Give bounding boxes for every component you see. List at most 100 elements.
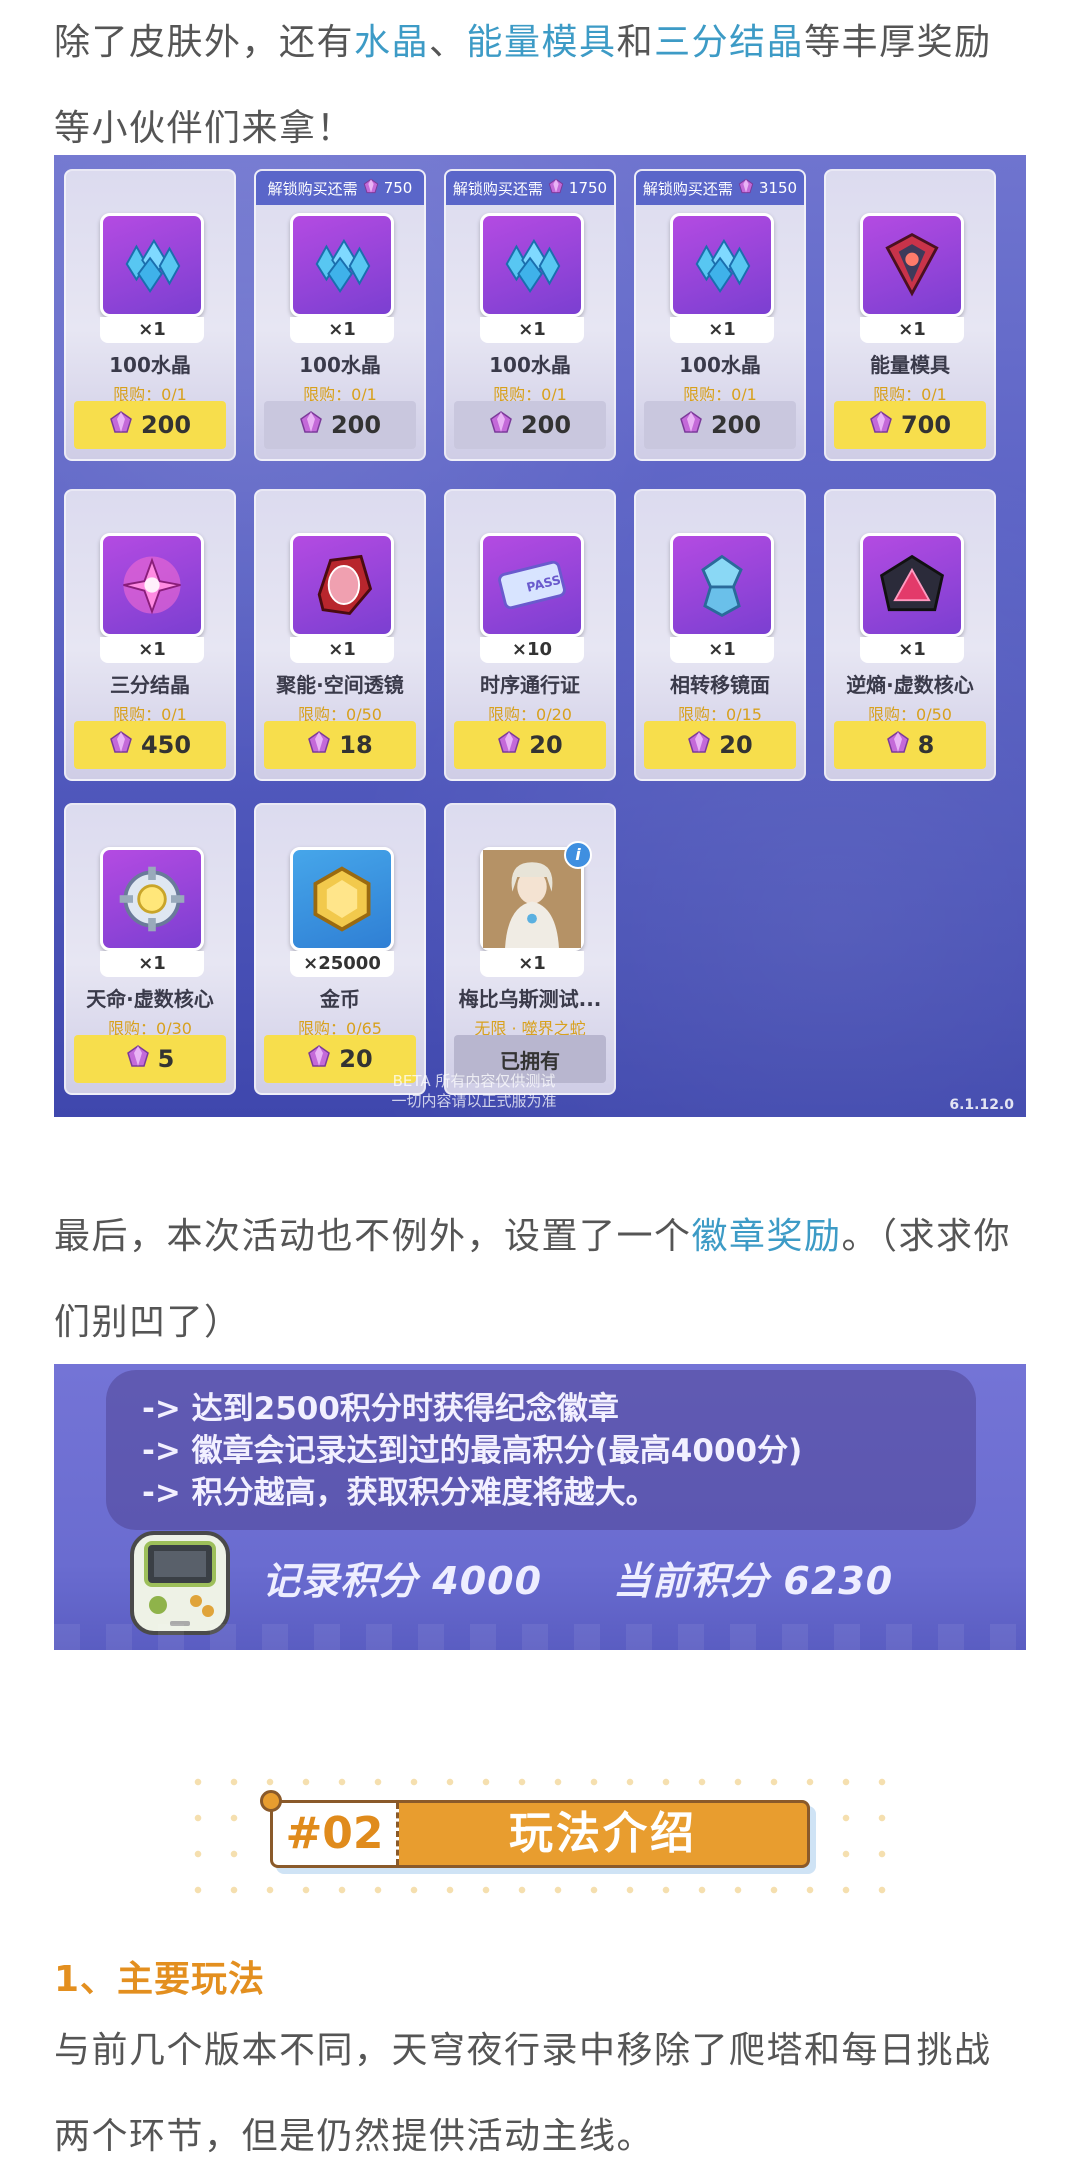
shop-item-card[interactable]: ×1 聚能·空间透镜 限购：0/50 18 — [254, 489, 426, 781]
body-paragraph: 与前几个版本不同，天穹夜行录中移除了爬塔和每日挑战两个环节，但是仍然提供活动主线… — [54, 2030, 992, 2157]
unlock-value: 750 — [383, 179, 413, 197]
item-quantity: ×1 — [100, 951, 204, 977]
item-name: 100水晶 — [109, 353, 191, 377]
intro-text: 除了皮肤外，还有 — [54, 22, 355, 63]
section-tag: #02 玩法介绍 — [270, 1800, 810, 1868]
shop-item-card[interactable]: ×1 天命·虚数核心 限购：0/30 5 — [64, 803, 236, 1095]
shop-item-card[interactable]: 解锁购买还需 750 ×1 100水晶 限购：0/1 200 — [254, 169, 426, 461]
shop-item-card[interactable]: 解锁购买还需 3150 ×1 100水晶 限购：0/1 200 — [634, 169, 806, 461]
badge-intro-paragraph: 最后，本次活动也不例外，设置了一个徽章奖励。（求求你们别凹了） — [54, 1194, 1026, 1366]
gem-icon — [548, 178, 564, 198]
pin-icon — [260, 1790, 282, 1812]
section-number: #02 — [273, 1803, 399, 1865]
item-quantity: ×1 — [480, 951, 584, 977]
item-name: 梅比乌斯测试... — [458, 987, 602, 1011]
badge-screenshot: -> 达到2500积分时获得纪念徽章 -> 徽章会记录达到过的最高积分(最高40… — [54, 1364, 1026, 1650]
score-readout: 记录积分 4000 当前积分 6230 — [262, 1550, 893, 1605]
shop-item-card[interactable]: ×1 梅比乌斯测试... 无限 · 噬界之蛇 已拥有 i — [444, 803, 616, 1095]
highlight-badge-reward: 徽章奖励 — [691, 1216, 842, 1257]
shop-screenshot: ×1 100水晶 限购：0/1 200 解锁购买还需 750 ×1 100水晶 限购：0/1 20… — [54, 155, 1026, 1117]
item-name: 100水晶 — [299, 353, 381, 377]
shop-item-card[interactable]: ×1 逆熵·虚数核心 限购：0/50 8 — [824, 489, 996, 781]
section-title: 玩法介绍 — [509, 1808, 697, 1859]
shop-item-card[interactable]: ×1 100水晶 限购：0/1 200 — [64, 169, 236, 461]
intro-text: 和 — [616, 22, 655, 63]
pass-ticket-icon: PASS — [480, 533, 584, 637]
price-value: 5 — [157, 1045, 175, 1073]
item-name: 逆熵·虚数核心 — [846, 673, 974, 697]
beta-line: BETA 所有内容仅供测试 — [392, 1072, 556, 1090]
gem-icon — [679, 410, 703, 440]
item-name: 金币 — [320, 987, 360, 1011]
handheld-device-icon — [130, 1531, 230, 1635]
highlight-tri-crystal: 三分结晶 — [654, 22, 805, 63]
unlock-requirement: 解锁购买还需 750 — [256, 171, 424, 205]
item-quantity: ×1 — [290, 317, 394, 343]
unlock-label: 解锁购买还需 — [267, 179, 358, 198]
price-button[interactable]: 450 — [74, 721, 226, 769]
gem-icon — [363, 178, 379, 198]
price-value: 450 — [140, 731, 192, 759]
shop-item-card[interactable]: ×1 三分结晶 限购：0/1 450 — [64, 489, 236, 781]
subsection-heading: 1、主要玩法 — [54, 1959, 266, 2000]
item-quantity: ×1 — [290, 637, 394, 663]
shop-item-card[interactable]: PASS ×10 时序通行证 限购：0/20 20 — [444, 489, 616, 781]
section-header: #02 玩法介绍 — [180, 1764, 900, 1900]
item-name: 三分结晶 — [110, 673, 190, 697]
info-icon[interactable]: i — [564, 841, 592, 869]
price-button[interactable]: 18 — [264, 721, 416, 769]
shop-item-card[interactable]: 解锁购买还需 1750 ×1 100水晶 限购：0/1 200 — [444, 169, 616, 461]
badge-rule-line: -> 徽章会记录达到过的最高积分(最高4000分) — [142, 1433, 803, 1469]
shop-item-card[interactable]: ×25000 金币 限购：0/65 20 — [254, 803, 426, 1095]
tri-crystal-icon — [100, 533, 204, 637]
badge-rules-box: -> 达到2500积分时获得纪念徽章 -> 徽章会记录达到过的最高积分(最高40… — [106, 1370, 976, 1530]
price-value: 700 — [900, 411, 952, 439]
item-name: 时序通行证 — [480, 673, 580, 697]
record-score-label: 记录积分 — [262, 1559, 419, 1603]
crystal-icon — [670, 213, 774, 317]
price-button[interactable]: 200 — [74, 401, 226, 449]
core-ring-icon — [100, 847, 204, 951]
price-value: 20 — [529, 731, 563, 759]
gem-icon — [307, 730, 331, 760]
gem-icon — [109, 410, 133, 440]
highlight-crystal: 水晶 — [354, 22, 430, 63]
badge-intro-text: 最后，本次活动也不例外，设置了一个 — [54, 1216, 692, 1257]
unlock-requirement: 解锁购买还需 3150 — [636, 171, 804, 205]
unlock-value: 3150 — [758, 179, 798, 197]
item-name: 100水晶 — [489, 353, 571, 377]
item-quantity: ×1 — [860, 317, 964, 343]
gem-icon — [489, 410, 513, 440]
item-quantity: ×1 — [860, 637, 964, 663]
gem-icon — [299, 410, 323, 440]
gem-icon — [687, 730, 711, 760]
price-button[interactable]: 200 — [644, 401, 796, 449]
item-quantity: ×10 — [480, 637, 584, 663]
shop-item-card[interactable]: ×1 能量模具 限购：0/1 700 — [824, 169, 996, 461]
item-name: 能量模具 — [870, 353, 950, 377]
price-button[interactable]: 200 — [454, 401, 606, 449]
checker-strip — [54, 1624, 1026, 1650]
gem-icon — [497, 730, 521, 760]
unlock-label: 解锁购买还需 — [452, 179, 543, 198]
price-button[interactable]: 700 — [834, 401, 986, 449]
price-button[interactable]: 20 — [644, 721, 796, 769]
price-button[interactable]: 5 — [74, 1035, 226, 1083]
intro-paragraph: 除了皮肤外，还有水晶、能量模具和三分结晶等丰厚奖励等小伙伴们来拿！ — [54, 0, 1026, 172]
energy-mold-icon — [860, 213, 964, 317]
price-button[interactable]: 8 — [834, 721, 986, 769]
crystal-icon — [290, 213, 394, 317]
crystal-icon — [480, 213, 584, 317]
version-label: 6.1.12.0 — [949, 1097, 1014, 1113]
shop-item-card[interactable]: ×1 相转移镜面 限购：0/15 20 — [634, 489, 806, 781]
record-score-value: 4000 — [432, 1559, 543, 1603]
price-button[interactable]: 20 — [454, 721, 606, 769]
badge-rule-line: -> 积分越高，获取积分难度将越大。 — [142, 1475, 657, 1511]
item-quantity: ×1 — [480, 317, 584, 343]
price-value: 8 — [917, 731, 935, 759]
price-button[interactable]: 200 — [264, 401, 416, 449]
crystal-icon — [100, 213, 204, 317]
beta-watermark: BETA 所有内容仅供测试 一切内容请以正式服为准 — [324, 1071, 624, 1111]
price-value: 20 — [719, 731, 753, 759]
badge-rule-line: -> 达到2500积分时获得纪念徽章 — [142, 1391, 619, 1427]
